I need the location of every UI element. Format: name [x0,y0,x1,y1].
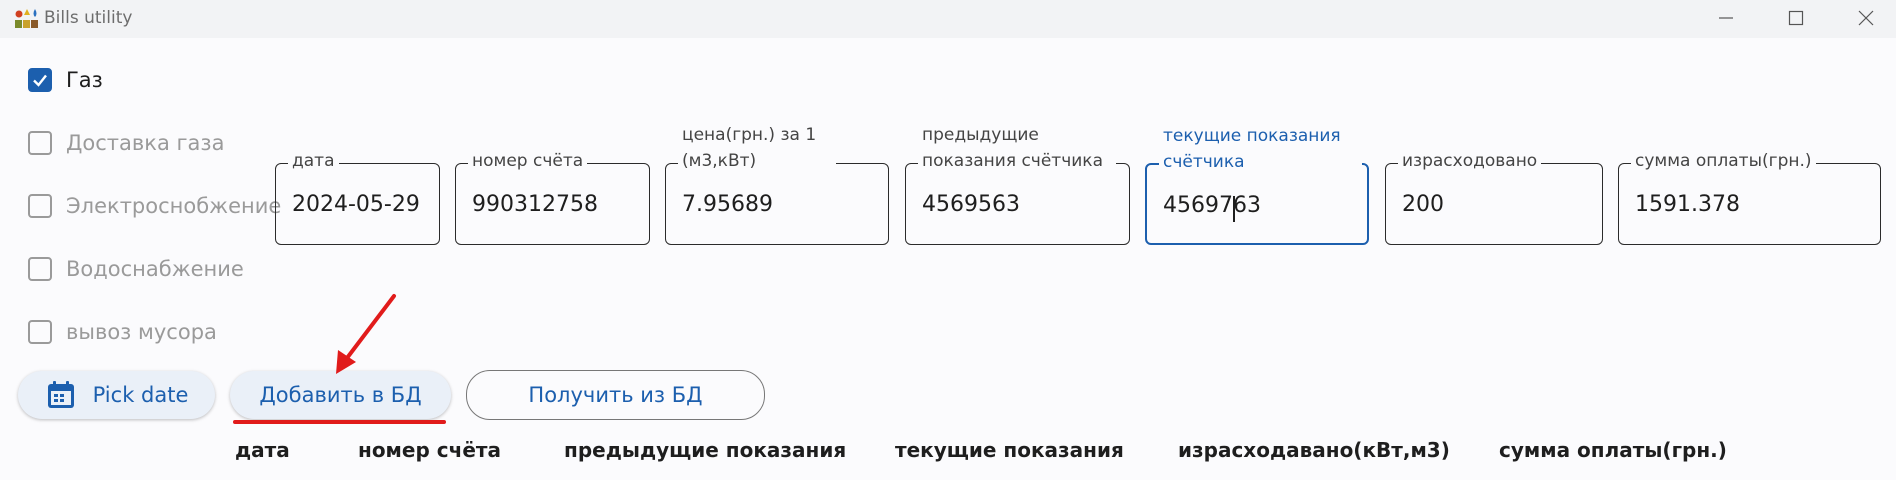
field-label: сумма оплаты(грн.) [1631,148,1816,174]
checkbox-box[interactable] [28,320,52,344]
close-button[interactable] [1836,0,1896,36]
maximize-icon [1788,10,1804,26]
field-value[interactable]: 4569563 [922,192,1020,217]
field-value[interactable]: 7.95689 [682,192,773,217]
checkbox-box[interactable] [28,68,52,92]
table-header-current: текущие показания [895,438,1124,462]
date-field[interactable]: дата 2024-05-29 [275,148,440,245]
checkbox-garbage[interactable]: вывоз мусора [28,317,217,347]
maximize-button[interactable] [1766,0,1826,36]
field-label: израсходовано [1398,148,1542,174]
checkbox-label: вывоз мусора [66,320,217,344]
table-header-date: дата [235,438,290,462]
table-header-account: номер счёта [358,438,501,462]
previous-reading-field[interactable]: предыдущие показания счётчика 4569563 [905,122,1130,245]
checkbox-gas[interactable]: Газ [28,65,103,95]
checkbox-label: Газ [66,68,103,92]
payment-sum-field[interactable]: сумма оплаты(грн.) 1591.378 [1618,148,1881,245]
account-number-field[interactable]: номер счёта 990312758 [455,148,650,245]
checkbox-box[interactable] [28,131,52,155]
field-value[interactable]: 990312758 [472,192,598,217]
annotation-arrow-icon [336,294,396,374]
calendar-icon [47,381,74,408]
table-header-consumed: израсходавано(кВт,м3) [1178,438,1450,462]
checkmark-icon [33,74,47,87]
title-bar: Bills utility [0,0,1896,38]
checkbox-electricity[interactable]: Электроснобжение [28,191,281,221]
field-label: номер счёта [468,148,588,174]
pick-date-label: Pick date [92,383,189,407]
field-value[interactable]: 1591.378 [1635,192,1740,217]
add-to-db-label: Добавить в БД [259,383,422,407]
checkbox-label: Электроснобжение [66,194,282,218]
checkbox-label: Доставка газа [66,131,225,155]
field-value[interactable]: 2024-05-29 [292,192,420,217]
table-header-previous: предыдущие показания [564,438,847,462]
app-logo-icon [15,9,38,28]
close-icon [1858,10,1874,26]
checkbox-label: Водоснабжение [66,257,244,281]
checkbox-gas-delivery[interactable]: Доставка газа [28,128,224,158]
get-from-db-label: Получить из БД [528,383,703,407]
table-header-sum: сумма оплаты(грн.) [1499,438,1727,462]
checkbox-water[interactable]: Водоснабжение [28,254,244,284]
app-window: Bills utility Газ Доставка газа Электрос… [0,0,1896,480]
pick-date-button[interactable]: Pick date [18,371,215,419]
field-value[interactable]: 200 [1402,192,1444,217]
field-label: цена(грн.) за 1 (м3,кВт) [678,122,836,174]
get-from-db-button[interactable]: Получить из БД [466,370,765,420]
consumed-field[interactable]: израсходовано 200 [1385,148,1603,245]
field-value[interactable]: 4569763 [1163,193,1261,218]
field-label: дата [288,148,339,174]
field-label: текущие показания счётчика [1159,123,1362,175]
checkbox-box[interactable] [28,257,52,281]
annotation-underline [233,420,446,424]
checkbox-box[interactable] [28,194,52,218]
minimize-icon [1719,17,1733,19]
current-reading-field[interactable]: текущие показания счётчика 4569763 [1145,123,1369,245]
minimize-button[interactable] [1696,0,1756,36]
text-caret [1233,196,1235,222]
unit-price-field[interactable]: цена(грн.) за 1 (м3,кВт) 7.95689 [665,122,889,245]
window-title: Bills utility [44,8,133,28]
field-label: предыдущие показания счётчика [918,122,1116,174]
